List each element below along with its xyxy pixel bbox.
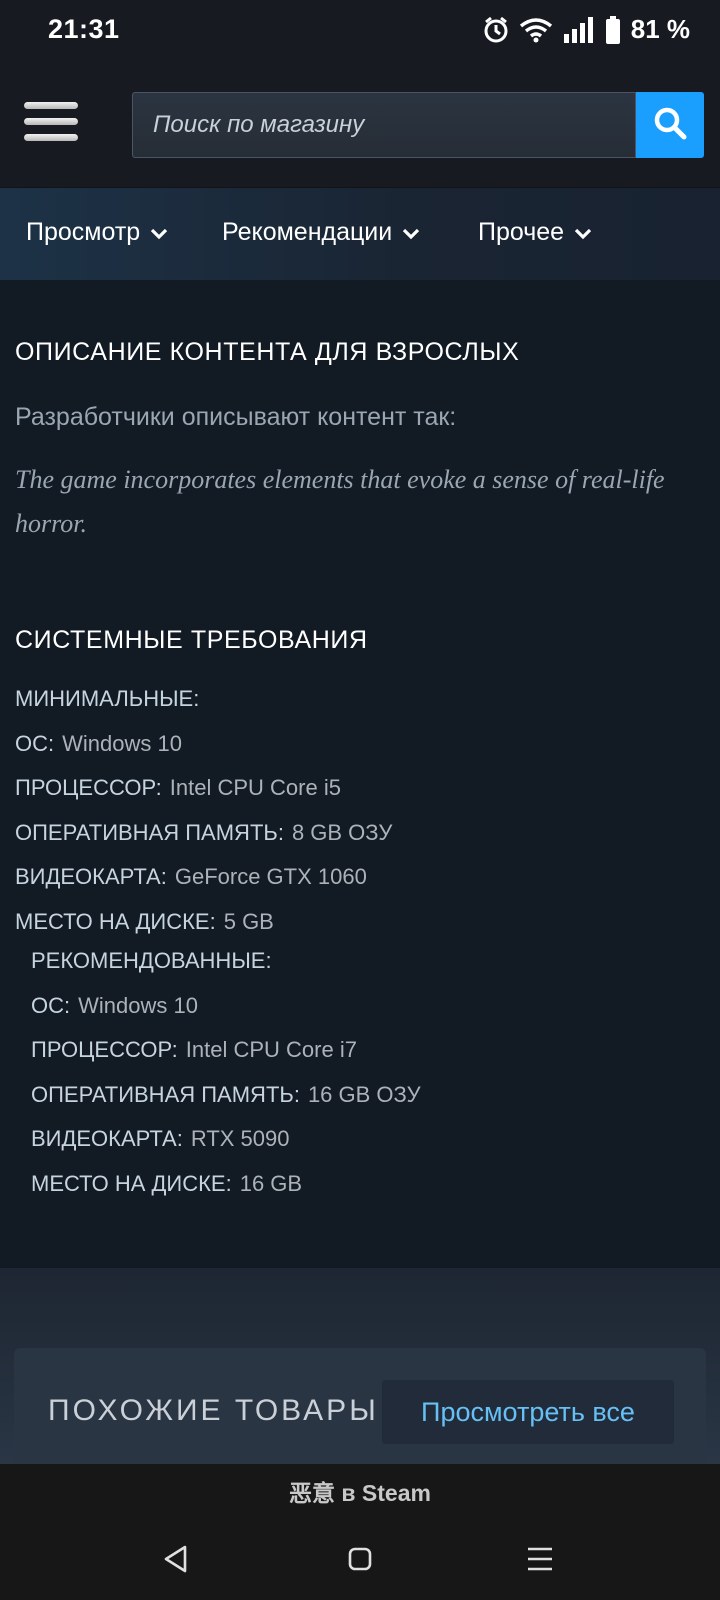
req-row: МЕСТО НА ДИСКЕ: 16 GB [31, 1169, 421, 1214]
req-value: Intel CPU Core i5 [169, 775, 341, 800]
req-row: ОС: Windows 10 [31, 991, 421, 1036]
chevron-down-icon [402, 218, 420, 247]
req-value: GeForce GTX 1060 [174, 864, 367, 889]
mature-content-description: The game incorporates elements that evok… [15, 465, 665, 538]
mature-content-intro: Разработчики описывают контент так: [15, 403, 457, 431]
req-value: RTX 5090 [190, 1126, 290, 1151]
search-icon [653, 106, 687, 145]
status-bar: 21:31 81 % [0, 0, 720, 64]
battery-icon [605, 15, 621, 44]
recent-apps-icon[interactable] [516, 1539, 564, 1579]
req-row: ВИДЕОКАРТА: GeForce GTX 1060 [15, 862, 392, 907]
browser-page-title: 恶意 в Steam [289, 1480, 431, 1506]
req-value: Windows 10 [62, 730, 182, 756]
search-button[interactable] [636, 92, 704, 158]
req-label: МЕСТО НА ДИСКЕ: [15, 908, 216, 934]
requirements-recommended: РЕКОМЕНДОВАННЫЕ: ОС: Windows 10 ПРОЦЕССОР… [31, 946, 421, 1213]
requirements-recommended-heading: РЕКОМЕНДОВАННЫЕ: [31, 948, 272, 973]
req-value: 16 GB [239, 1170, 303, 1196]
store-nav: Просмотр Рекомендации Прочее [0, 188, 720, 280]
wifi-icon [519, 17, 553, 43]
nav-browse-label: Просмотр [26, 218, 141, 246]
req-row: ОПЕРАТИВНАЯ ПАМЯТЬ: 8 GB ОЗУ [15, 818, 392, 863]
req-label: ОС: [31, 992, 71, 1018]
chevron-down-icon [574, 218, 592, 247]
req-label: ОС: [15, 730, 55, 756]
chevron-down-icon [150, 218, 168, 247]
req-value: 16 GB ОЗУ [307, 1081, 421, 1107]
req-row: ПРОЦЕССОР: Intel CPU Core i5 [15, 773, 392, 818]
system-requirements-title: СИСТЕМНЫЕ ТРЕБОВАНИЯ [15, 626, 368, 654]
req-label: ВИДЕОКАРТА: [15, 864, 167, 889]
alarm-icon [483, 16, 509, 44]
system-bottom-bar: 恶意 в Steam [0, 1464, 720, 1600]
req-row: ВИДЕОКАРТА: RTX 5090 [31, 1124, 421, 1169]
status-time: 21:31 [48, 14, 120, 44]
req-label: ПРОЦЕССОР: [15, 775, 162, 800]
nav-recommendations[interactable]: Рекомендации [222, 218, 420, 247]
req-label: МЕСТО НА ДИСКЕ: [31, 1170, 232, 1196]
req-label: ОПЕРАТИВНАЯ ПАМЯТЬ: [31, 1081, 300, 1107]
status-icons: 81 % [483, 14, 690, 45]
search-box [132, 92, 636, 158]
req-value: 5 GB [223, 908, 274, 934]
req-row: ОПЕРАТИВНАЯ ПАМЯТЬ: 16 GB ОЗУ [31, 1080, 421, 1125]
battery-percent: 81 % [630, 14, 690, 44]
nav-recommendations-label: Рекомендации [222, 218, 393, 246]
hamburger-menu-icon[interactable] [24, 102, 78, 148]
req-label: ПРОЦЕССОР: [31, 1037, 178, 1062]
req-value: Windows 10 [78, 992, 198, 1018]
search-input[interactable] [153, 111, 635, 139]
req-value: Intel CPU Core i7 [185, 1037, 357, 1062]
nav-other[interactable]: Прочее [478, 218, 592, 247]
store-header [0, 64, 720, 188]
req-row: ОС: Windows 10 [15, 729, 392, 774]
requirements-minimum: МИНИМАЛЬНЫЕ: ОС: Windows 10 ПРОЦЕССОР: Int… [15, 684, 392, 951]
signal-icon [563, 16, 595, 43]
req-label: ОПЕРАТИВНАЯ ПАМЯТЬ: [15, 819, 284, 845]
req-row: ПРОЦЕССОР: Intel CPU Core i7 [31, 1035, 421, 1080]
nav-other-label: Прочее [478, 218, 565, 246]
home-icon[interactable] [336, 1539, 384, 1579]
requirements-minimum-heading: МИНИМАЛЬНЫЕ: [15, 686, 200, 711]
mature-content-title: ОПИСАНИЕ КОНТЕНТА ДЛЯ ВЗРОСЛЫХ [15, 338, 520, 366]
req-value: 8 GB ОЗУ [291, 819, 393, 845]
view-all-button[interactable]: Просмотреть все [382, 1380, 674, 1444]
req-row: МЕСТО НА ДИСКЕ: 5 GB [15, 907, 392, 952]
back-icon[interactable] [152, 1539, 200, 1579]
similar-items-title: ПОХОЖИЕ ТОВАРЫ [48, 1394, 379, 1427]
nav-browse[interactable]: Просмотр [26, 218, 168, 247]
req-label: ВИДЕОКАРТА: [31, 1126, 183, 1151]
